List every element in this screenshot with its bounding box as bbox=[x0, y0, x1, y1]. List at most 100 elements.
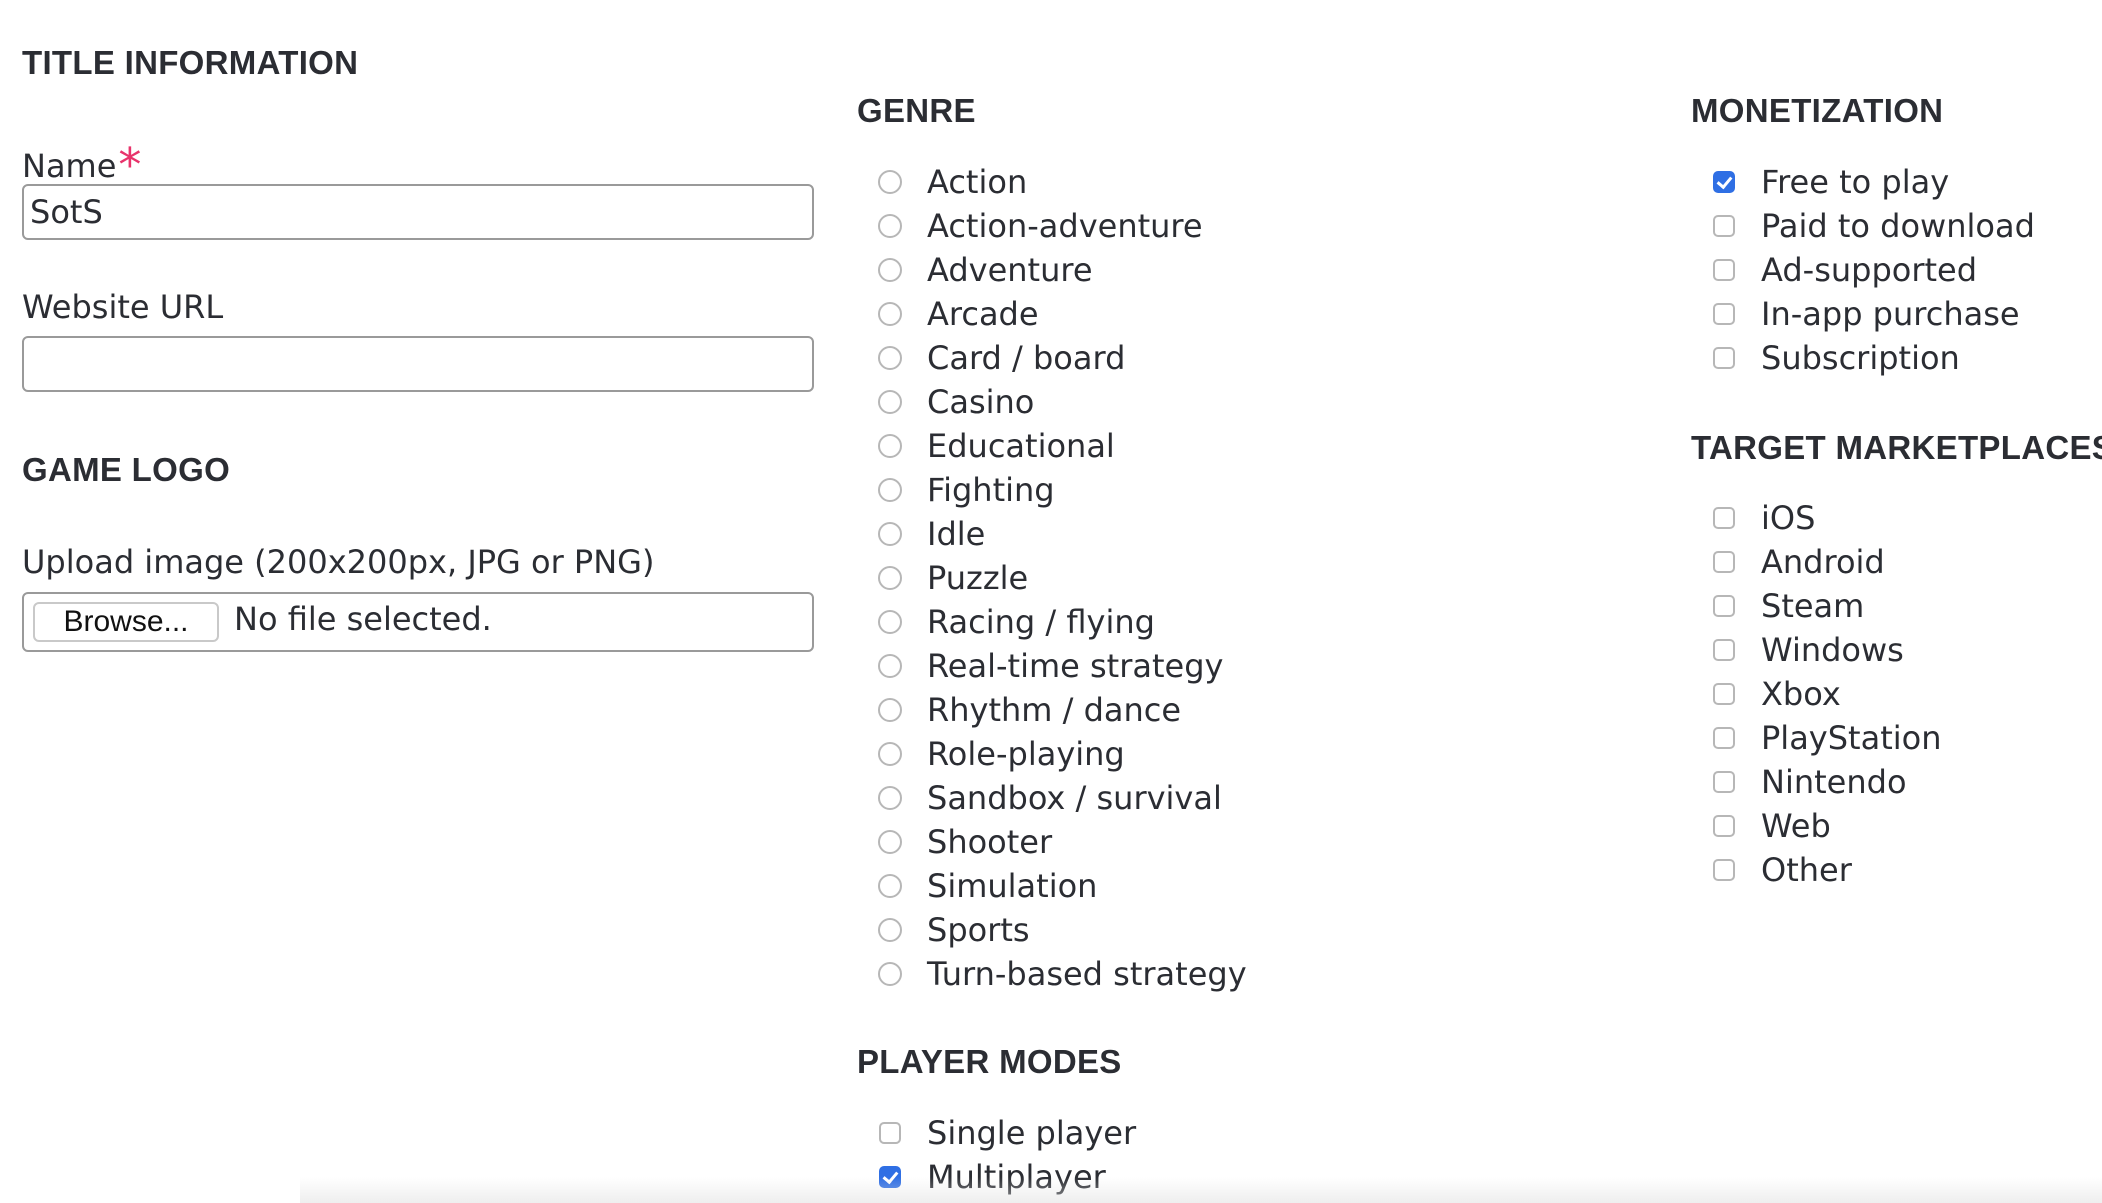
checkbox[interactable] bbox=[1713, 507, 1735, 529]
option-label: In-app purchase bbox=[1761, 295, 2020, 333]
checkbox-option-windows[interactable]: Windows bbox=[1691, 628, 1942, 672]
radio-button[interactable] bbox=[878, 874, 902, 898]
title-information-heading: TITLE INFORMATION bbox=[22, 44, 359, 81]
option-label: Multiplayer bbox=[927, 1158, 1106, 1196]
option-label: Role-playing bbox=[927, 735, 1125, 773]
website-url-input[interactable] bbox=[22, 336, 814, 392]
checkbox-option-paid-to-download[interactable]: Paid to download bbox=[1691, 204, 2035, 248]
radio-button[interactable] bbox=[878, 522, 902, 546]
genre-option-fighting[interactable]: Fighting bbox=[857, 468, 1247, 512]
radio-button[interactable] bbox=[878, 566, 902, 590]
genre-option-sports[interactable]: Sports bbox=[857, 908, 1247, 952]
checkbox-checked[interactable] bbox=[879, 1166, 901, 1188]
radio-button[interactable] bbox=[878, 478, 902, 502]
genre-option-arcade[interactable]: Arcade bbox=[857, 292, 1247, 336]
genre-option-rhythm-dance[interactable]: Rhythm / dance bbox=[857, 688, 1247, 732]
radio-button[interactable] bbox=[878, 302, 902, 326]
radio-button[interactable] bbox=[878, 170, 902, 194]
radio-button[interactable] bbox=[878, 434, 902, 458]
genre-option-action[interactable]: Action bbox=[857, 160, 1247, 204]
radio-button[interactable] bbox=[878, 610, 902, 634]
option-label: Adventure bbox=[927, 251, 1093, 289]
radio-button[interactable] bbox=[878, 962, 902, 986]
checkbox-option-free-to-play[interactable]: Free to play bbox=[1691, 160, 2035, 204]
radio-button[interactable] bbox=[878, 918, 902, 942]
genre-option-shooter[interactable]: Shooter bbox=[857, 820, 1247, 864]
checkbox-option-in-app-purchase[interactable]: In-app purchase bbox=[1691, 292, 2035, 336]
radio-button[interactable] bbox=[878, 346, 902, 370]
radio-button[interactable] bbox=[878, 390, 902, 414]
option-label: Simulation bbox=[927, 867, 1098, 905]
monetization-heading: MONETIZATION bbox=[1691, 92, 1944, 129]
radio-button[interactable] bbox=[878, 698, 902, 722]
option-label: Xbox bbox=[1761, 675, 1841, 713]
option-label: iOS bbox=[1761, 499, 1816, 537]
option-label: PlayStation bbox=[1761, 719, 1942, 757]
option-label: Subscription bbox=[1761, 339, 1960, 377]
option-label: Sports bbox=[927, 911, 1030, 949]
checkbox-option-android[interactable]: Android bbox=[1691, 540, 1942, 584]
checkbox[interactable] bbox=[1713, 815, 1735, 837]
name-input[interactable] bbox=[22, 184, 814, 240]
file-upload-field[interactable]: Browse... No file selected. bbox=[22, 592, 814, 652]
genre-option-idle[interactable]: Idle bbox=[857, 512, 1247, 556]
browse-button[interactable]: Browse... bbox=[33, 602, 219, 642]
genre-option-adventure[interactable]: Adventure bbox=[857, 248, 1247, 292]
checkbox[interactable] bbox=[1713, 727, 1735, 749]
checkbox[interactable] bbox=[1713, 771, 1735, 793]
checkbox-option-steam[interactable]: Steam bbox=[1691, 584, 1942, 628]
genre-option-sandbox-survival[interactable]: Sandbox / survival bbox=[857, 776, 1247, 820]
checkbox[interactable] bbox=[879, 1122, 901, 1144]
checkbox-checked[interactable] bbox=[1713, 171, 1735, 193]
option-label: Real-time strategy bbox=[927, 647, 1224, 685]
checkbox[interactable] bbox=[1713, 551, 1735, 573]
genre-option-casino[interactable]: Casino bbox=[857, 380, 1247, 424]
genre-option-card-board[interactable]: Card / board bbox=[857, 336, 1247, 380]
radio-button[interactable] bbox=[878, 830, 902, 854]
radio-button[interactable] bbox=[878, 214, 902, 238]
checkbox-option-ios[interactable]: iOS bbox=[1691, 496, 1942, 540]
option-label: Puzzle bbox=[927, 559, 1029, 597]
genre-option-racing-flying[interactable]: Racing / flying bbox=[857, 600, 1247, 644]
checkbox[interactable] bbox=[1713, 347, 1735, 369]
checkbox-option-xbox[interactable]: Xbox bbox=[1691, 672, 1942, 716]
genre-option-real-time-strategy[interactable]: Real-time strategy bbox=[857, 644, 1247, 688]
option-label: Educational bbox=[927, 427, 1115, 465]
checkbox-option-other[interactable]: Other bbox=[1691, 848, 1942, 892]
checkbox-option-nintendo[interactable]: Nintendo bbox=[1691, 760, 1942, 804]
option-label: Other bbox=[1761, 851, 1852, 889]
option-label: Steam bbox=[1761, 587, 1865, 625]
option-label: Ad-supported bbox=[1761, 251, 1978, 289]
option-label: Action-adventure bbox=[927, 207, 1203, 245]
checkbox-option-single-player[interactable]: Single player bbox=[857, 1111, 1136, 1155]
option-label: Rhythm / dance bbox=[927, 691, 1182, 729]
radio-button[interactable] bbox=[878, 742, 902, 766]
checkbox-option-playstation[interactable]: PlayStation bbox=[1691, 716, 1942, 760]
checkbox[interactable] bbox=[1713, 683, 1735, 705]
genre-option-role-playing[interactable]: Role-playing bbox=[857, 732, 1247, 776]
radio-button[interactable] bbox=[878, 786, 902, 810]
genre-option-puzzle[interactable]: Puzzle bbox=[857, 556, 1247, 600]
checkbox[interactable] bbox=[1713, 215, 1735, 237]
option-label: Fighting bbox=[927, 471, 1055, 509]
checkbox[interactable] bbox=[1713, 595, 1735, 617]
checkbox[interactable] bbox=[1713, 639, 1735, 661]
option-label: Free to play bbox=[1761, 163, 1950, 201]
game-logo-heading: GAME LOGO bbox=[22, 451, 231, 488]
genre-option-simulation[interactable]: Simulation bbox=[857, 864, 1247, 908]
checkbox[interactable] bbox=[1713, 259, 1735, 281]
checkbox-option-web[interactable]: Web bbox=[1691, 804, 1942, 848]
checkbox-option-multiplayer[interactable]: Multiplayer bbox=[857, 1155, 1136, 1199]
checkbox-option-subscription[interactable]: Subscription bbox=[1691, 336, 2035, 380]
option-label: Casino bbox=[927, 383, 1035, 421]
checkbox[interactable] bbox=[1713, 859, 1735, 881]
checkbox-option-ad-supported[interactable]: Ad-supported bbox=[1691, 248, 2035, 292]
radio-button[interactable] bbox=[878, 654, 902, 678]
genre-option-educational[interactable]: Educational bbox=[857, 424, 1247, 468]
genre-option-turn-based-strategy[interactable]: Turn-based strategy bbox=[857, 952, 1247, 996]
option-label: Turn-based strategy bbox=[927, 955, 1247, 993]
genre-option-action-adventure[interactable]: Action-adventure bbox=[857, 204, 1247, 248]
radio-button[interactable] bbox=[878, 258, 902, 282]
checkbox[interactable] bbox=[1713, 303, 1735, 325]
file-status-text: No file selected. bbox=[234, 600, 492, 638]
